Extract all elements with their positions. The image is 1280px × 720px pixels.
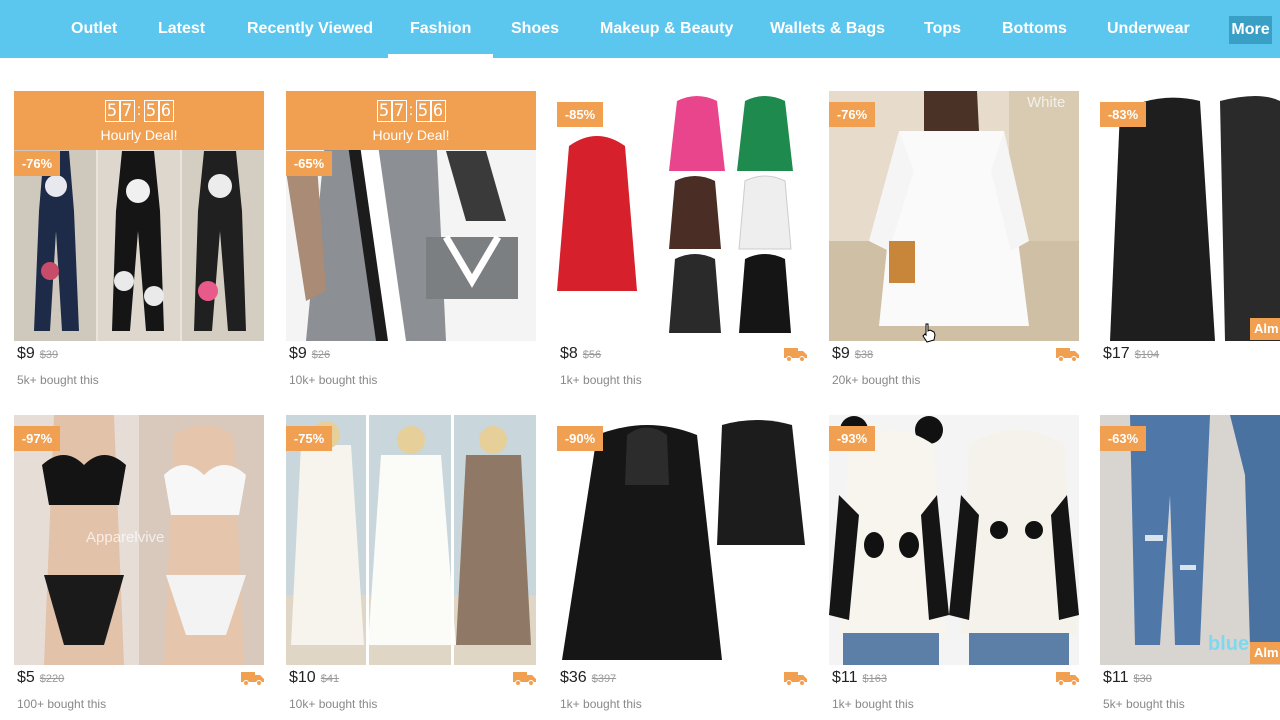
image-watermark: Apparelvive [86,529,165,546]
product-card[interactable]: -75% $10 $41 10k+ bought this [286,415,536,720]
original-price: $39 [39,349,59,361]
original-price: $397 [591,673,617,685]
sold-count: 20k+ bought this [832,373,921,387]
product-image-lace-beach-dresses [286,415,536,665]
price: $36 [560,669,587,686]
shipping-truck-icon [1056,348,1079,362]
original-price: $41 [320,673,340,685]
price: $9 [832,345,850,362]
tab-bottoms[interactable]: Bottoms [1002,0,1067,58]
original-price: $26 [311,349,331,361]
discount-badge: -85% [557,102,603,127]
shipping-truck-icon [513,672,536,686]
image-watermark: White [1027,94,1066,111]
shipping-truck-icon [784,672,807,686]
product-card[interactable]: -85% $8 $56 1k+ bought this [557,91,807,401]
sold-count: 1k+ bought this [832,697,914,711]
original-price: $220 [39,673,65,685]
discount-badge: -83% [1100,102,1146,127]
tab-underwear[interactable]: Underwear [1107,0,1190,58]
tab-recently-viewed[interactable]: Recently Viewed [247,0,373,58]
discount-badge: -90% [557,426,603,451]
product-card[interactable]: 57:56 Hourly Deal! -76% $9 $39 5k+ bought… [14,91,264,401]
sold-count: 1k+ bought this [560,373,642,387]
price: $8 [560,345,578,362]
price: $17 [1103,345,1130,362]
shipping-truck-icon [241,672,264,686]
product-card[interactable]: blue -63% Alm $11 $30 5k+ bought this [1100,415,1280,720]
original-price: $163 [862,673,887,685]
product-card[interactable]: -83% Alm $17 $104 [1100,91,1280,401]
tab-tops[interactable]: Tops [924,0,961,58]
tab-shoes[interactable]: Shoes [511,0,559,58]
sold-count: 5k+ bought this [17,373,99,387]
product-card[interactable]: Apparelvive -97% $5 $220 100+ bought this [14,415,264,720]
tab-outlet[interactable]: Outlet [71,0,117,58]
original-price: $104 [1134,349,1160,361]
product-card[interactable]: White -76% $9 $38 20k+ bought this [829,91,1079,401]
sold-count: 1k+ bought this [560,697,642,711]
tab-makeup-beauty[interactable]: Makeup & Beauty [600,0,733,58]
deal-label: Hourly Deal! [372,127,450,143]
tab-wallets-bags[interactable]: Wallets & Bags [770,0,885,58]
discount-badge: -65% [286,151,332,176]
product-image-white-dress [829,91,1079,341]
sold-count: 5k+ bought this [1103,697,1185,711]
product-card[interactable]: -90% $36 $397 1k+ bought this [557,415,807,720]
product-image-panda-hoodie [829,415,1079,665]
more-button[interactable]: More [1229,16,1272,44]
discount-badge: -93% [829,426,875,451]
product-grid: 57:56 Hourly Deal! -76% $9 $39 5k+ bought… [0,58,1280,720]
product-image-fur-vest [1100,91,1280,341]
product-card[interactable]: -93% $11 $163 1k+ bought this [829,415,1079,720]
sold-count: 100+ bought this [17,697,107,711]
deal-countdown: 57:56 [286,100,536,122]
original-price: $56 [582,349,602,361]
hourly-deal-banner: 57:56 Hourly Deal! [286,91,536,150]
price: $11 [832,669,858,686]
hand-cursor-icon [922,323,936,343]
image-watermark: blue [1208,633,1250,655]
corner-tag: Alm [1250,642,1280,664]
price: $5 [17,669,35,686]
price: $11 [1103,669,1129,686]
discount-badge: -75% [286,426,332,451]
tab-fashion[interactable]: Fashion [387,0,494,58]
deal-label: Hourly Deal! [100,127,178,143]
discount-badge: -76% [14,151,60,176]
category-nav-bar: Outlet Latest Recently Viewed Fashion Sh… [0,0,1280,58]
original-price: $38 [854,349,874,361]
price: $9 [17,345,35,362]
shipping-truck-icon [784,348,807,362]
product-image-zip-hoodies [557,91,807,341]
corner-tag: Alm [1250,318,1280,340]
deal-countdown: 57:56 [14,100,264,122]
product-image-ripped-jeans [1100,415,1280,665]
product-card[interactable]: 57:56 Hourly Deal! -65% $9 $26 10k+ bough… [286,91,536,401]
sold-count: 10k+ bought this [289,373,378,387]
original-price: $30 [1133,673,1152,685]
discount-badge: -63% [1100,426,1146,451]
price: $9 [289,345,307,362]
sold-count: 10k+ bought this [289,697,378,711]
price: $10 [289,669,316,686]
tab-latest[interactable]: Latest [158,0,205,58]
product-image-black-leather-jacket [557,415,807,665]
hourly-deal-banner: 57:56 Hourly Deal! [14,91,264,150]
discount-badge: -97% [14,426,60,451]
shipping-truck-icon [1056,672,1079,686]
discount-badge: -76% [829,102,875,127]
